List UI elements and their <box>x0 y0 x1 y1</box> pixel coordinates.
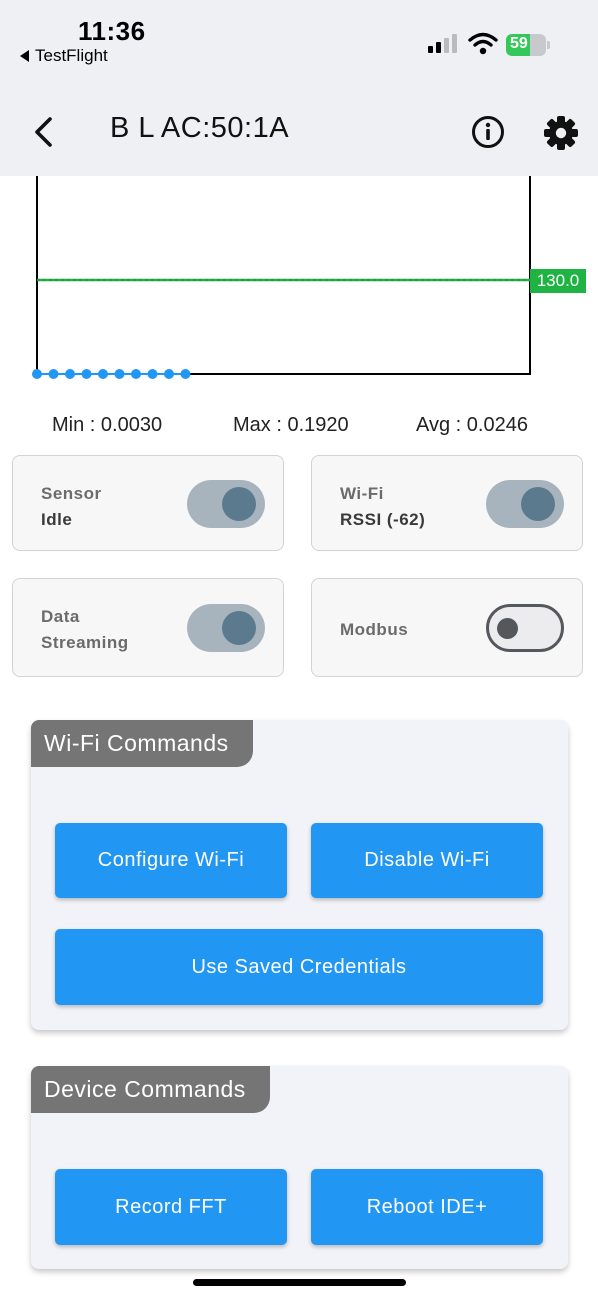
back-triangle-icon <box>20 50 29 62</box>
data-point <box>147 369 158 379</box>
data-point <box>114 369 125 379</box>
reference-line-label: 130.0 <box>530 269 586 293</box>
sensor-value: Idle <box>41 510 73 529</box>
disable-wifi-button[interactable]: Disable Wi-Fi <box>311 823 543 898</box>
use-saved-credentials-button[interactable]: Use Saved Credentials <box>55 929 543 1005</box>
data-streaming-label-2: Streaming <box>41 633 129 652</box>
configure-wifi-button[interactable]: Configure Wi-Fi <box>55 823 287 898</box>
avg-stat: Avg : 0.0246 <box>416 414 528 436</box>
app-header: 11:36 TestFlight 59 B L AC:50:1A <box>0 0 598 176</box>
data-streaming-toggle[interactable] <box>187 604 265 652</box>
device-commands-card: Device Commands Record FFT Reboot IDE+ <box>31 1066 568 1269</box>
data-point <box>180 369 191 379</box>
record-fft-button[interactable]: Record FFT <box>55 1169 287 1245</box>
wifi-icon <box>468 32 498 55</box>
data-streaming-tile: Data Streaming <box>12 578 284 677</box>
battery-level: 59 <box>510 35 528 52</box>
back-to-testflight[interactable]: TestFlight <box>20 46 108 66</box>
wifi-tile: Wi-Fi RSSI (-62) <box>311 455 583 551</box>
wifi-label: Wi-Fi <box>340 484 384 503</box>
data-point <box>131 369 141 379</box>
device-commands-title: Device Commands <box>31 1066 270 1113</box>
wifi-commands-card: Wi-Fi Commands Configure Wi-Fi Disable W… <box>31 720 568 1030</box>
home-indicator[interactable] <box>193 1279 406 1286</box>
modbus-tile: Modbus <box>311 578 583 677</box>
wifi-value: RSSI (-62) <box>340 510 426 529</box>
max-stat: Max : 0.1920 <box>233 414 349 436</box>
sensor-label: Sensor <box>41 484 102 503</box>
wifi-toggle[interactable] <box>486 480 564 528</box>
data-point <box>164 369 174 379</box>
wifi-commands-title: Wi-Fi Commands <box>31 720 253 767</box>
chart-frame <box>36 176 531 375</box>
page-title: B L AC:50:1A <box>110 112 290 144</box>
data-series <box>32 369 191 379</box>
modbus-label: Modbus <box>340 620 409 639</box>
cellular-signal-icon <box>428 34 457 53</box>
status-time: 11:36 <box>78 16 146 46</box>
gear-icon[interactable] <box>542 114 580 152</box>
sensor-tile: Sensor Idle <box>12 455 284 551</box>
data-point <box>98 369 108 379</box>
reboot-button[interactable]: Reboot IDE+ <box>311 1169 543 1245</box>
modbus-toggle[interactable] <box>486 604 564 652</box>
data-point <box>32 369 42 379</box>
sensor-chart <box>32 176 531 379</box>
data-point <box>48 369 59 379</box>
chevron-left-icon[interactable] <box>28 112 62 152</box>
info-icon[interactable] <box>470 114 506 150</box>
battery-icon: 59 <box>506 34 550 56</box>
min-stat: Min : 0.0030 <box>52 414 163 436</box>
data-point <box>65 369 75 379</box>
back-app-label: TestFlight <box>35 46 108 65</box>
data-streaming-label: Data <box>41 607 80 626</box>
data-point <box>81 369 92 379</box>
stats-row: Min : 0.0030 Max : 0.1920 Avg : 0.0246 <box>0 414 598 444</box>
sensor-toggle[interactable] <box>187 480 265 528</box>
